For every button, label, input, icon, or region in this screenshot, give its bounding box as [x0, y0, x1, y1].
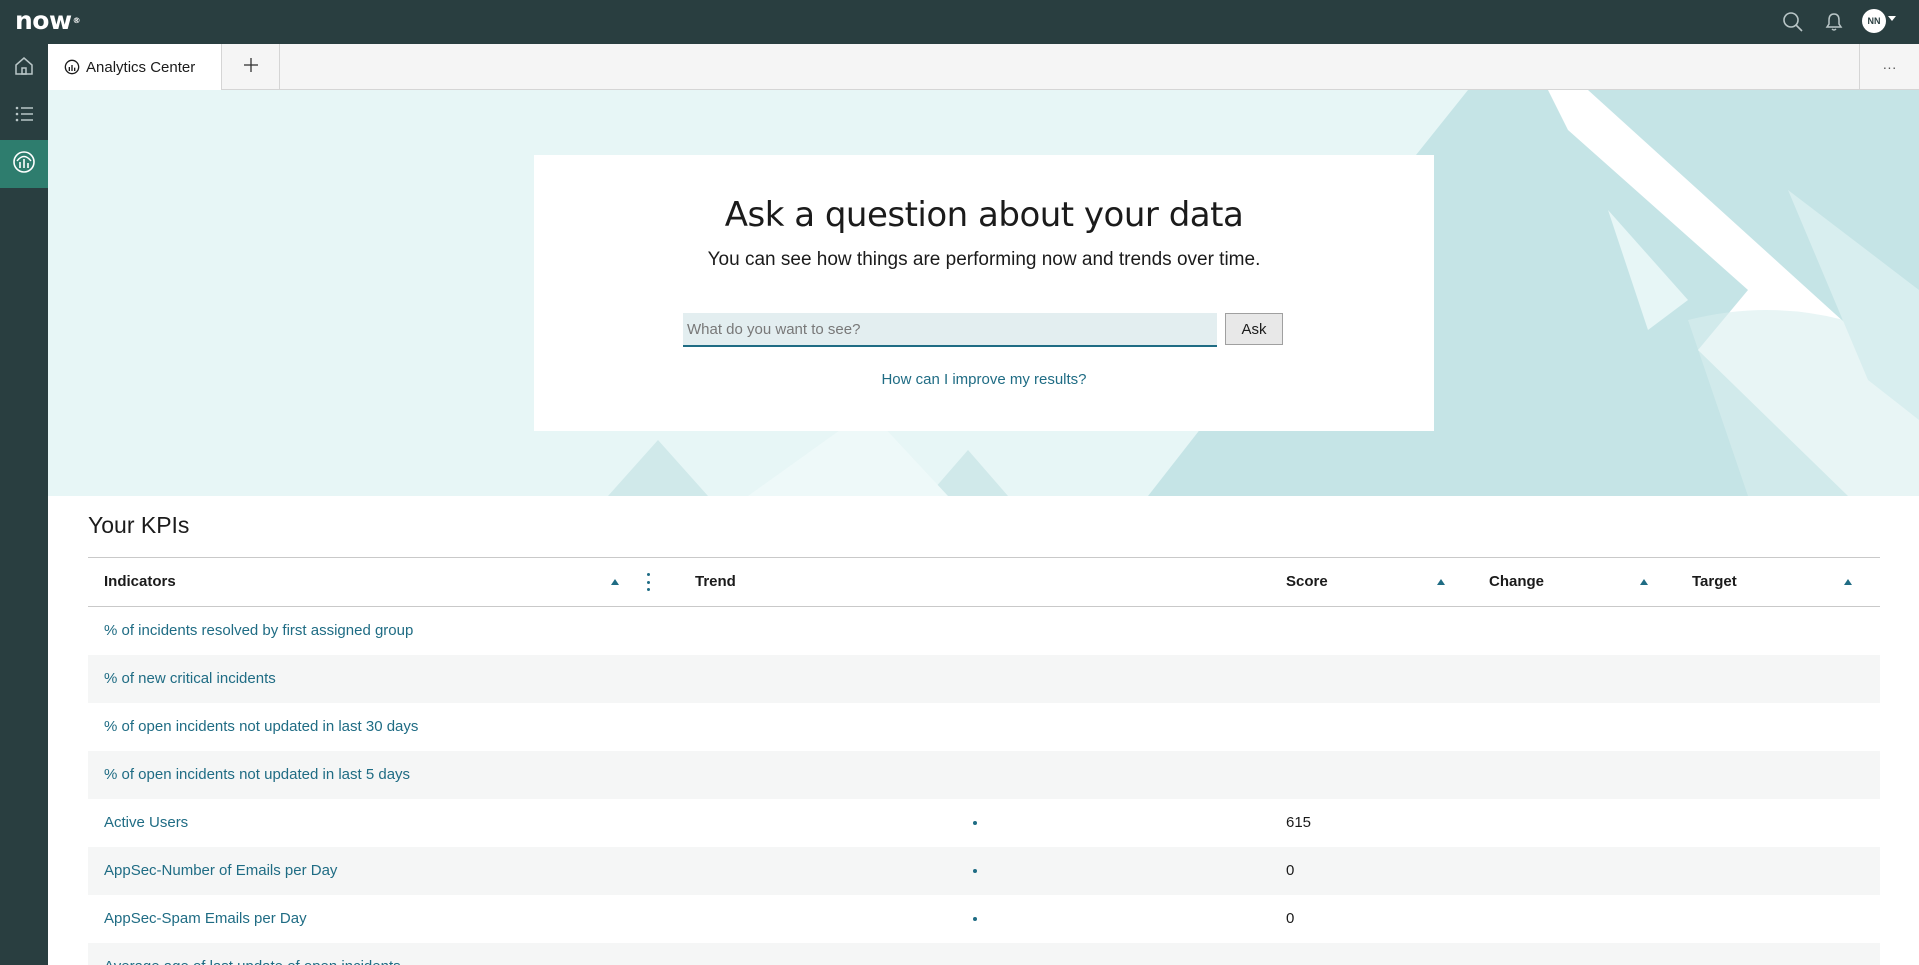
ask-title: Ask a question about your data	[724, 195, 1244, 235]
table-row: Average age of last update of open incid…	[88, 943, 1880, 965]
indicator-link[interactable]: Average age of last update of open incid…	[104, 943, 401, 965]
tab-analytics-center[interactable]: Analytics Center	[48, 44, 222, 90]
kpi-table-header: Indicators Trend Score Change Target	[88, 557, 1880, 607]
ask-subtitle: You can see how things are performing no…	[707, 249, 1261, 270]
sort-asc-icon[interactable]	[1844, 579, 1852, 585]
trend-sparkline[interactable]	[973, 821, 977, 825]
column-header-target[interactable]: Target	[1692, 558, 1737, 606]
tab-bar: Analytics Center ···	[48, 44, 1919, 90]
column-header-indicators[interactable]: Indicators	[104, 558, 176, 606]
ask-button[interactable]: Ask	[1225, 313, 1283, 345]
table-row: Active Users 615	[88, 799, 1880, 847]
column-header-score[interactable]: Score	[1286, 558, 1328, 606]
indicator-link[interactable]: AppSec-Spam Emails per Day	[104, 895, 307, 943]
home-icon	[13, 55, 35, 82]
top-header: now® NN	[0, 0, 1919, 44]
kpi-table: Indicators Trend Score Change Target % o…	[88, 557, 1880, 965]
indicator-link[interactable]: % of open incidents not updated in last …	[104, 751, 410, 799]
indicator-link[interactable]: % of incidents resolved by first assigne…	[104, 607, 413, 655]
chevron-down-icon[interactable]	[1888, 16, 1896, 21]
indicator-link[interactable]: Active Users	[104, 799, 188, 847]
score-value: 0	[1286, 862, 1295, 879]
indicator-link[interactable]: % of new critical incidents	[104, 655, 276, 703]
indicator-link[interactable]: % of open incidents not updated in last …	[104, 703, 418, 751]
trend-sparkline[interactable]	[973, 917, 977, 921]
sort-asc-icon[interactable]	[1437, 579, 1445, 585]
plus-icon	[243, 57, 259, 78]
table-row: % of open incidents not updated in last …	[88, 751, 1880, 799]
search-icon[interactable]	[1779, 8, 1807, 36]
table-row: % of open incidents not updated in last …	[88, 703, 1880, 751]
score-value: 0	[1286, 910, 1295, 927]
tab-label: Analytics Center	[86, 58, 196, 76]
add-tab-button[interactable]	[222, 44, 280, 90]
analytics-icon	[12, 150, 36, 179]
nav-home[interactable]	[0, 44, 48, 92]
table-row: % of incidents resolved by first assigne…	[88, 607, 1880, 655]
column-header-trend: Trend	[695, 573, 736, 590]
list-icon	[13, 103, 35, 130]
nav-all-menu[interactable]	[0, 92, 48, 140]
bell-icon[interactable]	[1820, 8, 1848, 36]
score-value: 615	[1286, 814, 1312, 831]
servicenow-logo[interactable]: now®	[15, 6, 81, 36]
indicator-link[interactable]: AppSec-Number of Emails per Day	[104, 847, 337, 895]
avatar[interactable]: NN	[1862, 9, 1886, 33]
ask-query-input[interactable]	[683, 313, 1217, 347]
left-nav	[0, 44, 48, 965]
sort-asc-icon[interactable]	[611, 579, 619, 585]
table-row: % of new critical incidents	[88, 655, 1880, 703]
table-row: AppSec-Number of Emails per Day 0	[88, 847, 1880, 895]
column-menu-icon[interactable]	[644, 573, 652, 591]
hero-banner: Ask a question about your data You can s…	[48, 90, 1919, 496]
nav-analytics[interactable]	[0, 140, 48, 188]
kpis-heading: Your KPIs	[88, 512, 190, 538]
sort-asc-icon[interactable]	[1640, 579, 1648, 585]
improve-results-link[interactable]: How can I improve my results?	[534, 371, 1434, 388]
column-header-change[interactable]: Change	[1489, 558, 1544, 606]
analytics-icon	[64, 59, 80, 75]
ask-question-card: Ask a question about your data You can s…	[534, 155, 1434, 431]
trend-sparkline[interactable]	[973, 869, 977, 873]
table-row: AppSec-Spam Emails per Day 0	[88, 895, 1880, 943]
more-options-button[interactable]: ···	[1859, 44, 1919, 90]
